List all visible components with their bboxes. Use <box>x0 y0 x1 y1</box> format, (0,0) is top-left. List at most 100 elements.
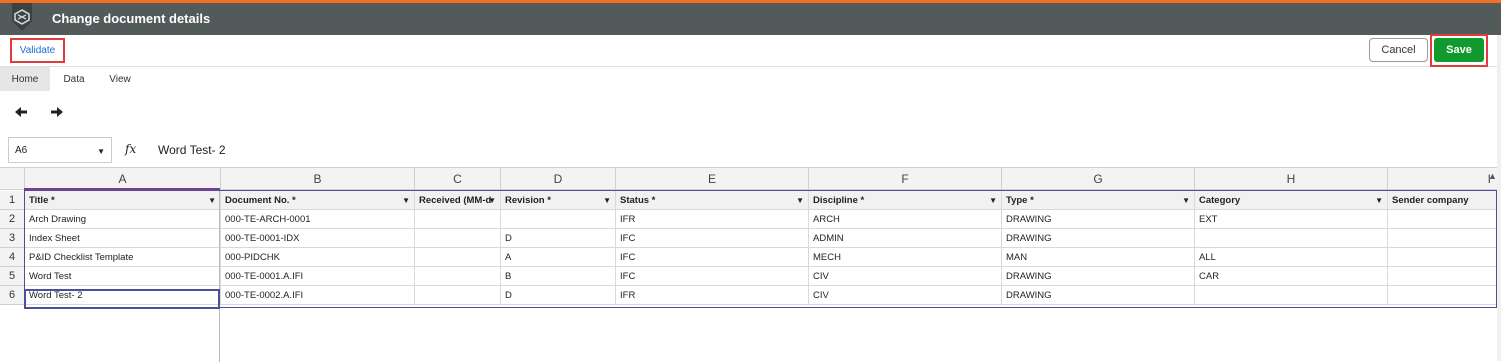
table-cell[interactable]: Index Sheet <box>24 229 220 248</box>
filter-dropdown-icon[interactable]: ▼ <box>1375 196 1383 205</box>
table-cell[interactable]: DRAWING <box>1001 286 1194 305</box>
filter-dropdown-icon[interactable]: ▼ <box>488 196 496 205</box>
cell-reference-box[interactable]: A6 ▼ <box>8 137 112 163</box>
table-cell[interactable]: DRAWING <box>1001 210 1194 229</box>
row-header[interactable]: 6 <box>0 286 24 305</box>
spreadsheet-grid[interactable]: A B C D E F G H I ▲ 1 Title * ▼ Document No… <box>0 167 1497 362</box>
table-cell[interactable] <box>414 210 500 229</box>
table-cell[interactable] <box>414 229 500 248</box>
table-cell[interactable] <box>414 248 500 267</box>
filter-dropdown-icon[interactable]: ▼ <box>402 196 410 205</box>
table-cell[interactable]: IFC <box>615 267 808 286</box>
table-cell[interactable]: P&ID Checklist Template <box>24 248 220 267</box>
row-header[interactable]: 4 <box>0 248 24 267</box>
table-cell[interactable]: 000-TE-0001-IDX <box>220 229 414 248</box>
cell-text: IFR <box>620 213 636 225</box>
table-cell[interactable] <box>1387 248 1497 267</box>
table-cell[interactable] <box>1194 286 1387 305</box>
table-cell[interactable]: ARCH <box>808 210 1001 229</box>
table-cell[interactable]: Word Test- 2 <box>24 286 220 305</box>
column-header-a[interactable]: A <box>24 168 220 190</box>
table-cell[interactable]: ALL <box>1194 248 1387 267</box>
table-cell[interactable] <box>1387 267 1497 286</box>
header-cell[interactable]: Discipline * ▼ <box>808 191 1001 210</box>
cell-text: DRAWING <box>1006 270 1052 282</box>
table-cell[interactable]: 000-TE-ARCH-0001 <box>220 210 414 229</box>
column-header-h[interactable]: H <box>1194 168 1387 190</box>
chevron-down-icon[interactable]: ▼ <box>97 147 105 156</box>
tab-data[interactable]: Data <box>54 67 94 91</box>
header-cell[interactable]: Status * ▼ <box>615 191 808 210</box>
table-cell[interactable]: MAN <box>1001 248 1194 267</box>
table-cell[interactable] <box>1194 229 1387 248</box>
cell-text: Word Test <box>29 270 72 282</box>
table-cell[interactable]: Arch Drawing <box>24 210 220 229</box>
table-cell[interactable]: 000-TE-0002.A.IFI <box>220 286 414 305</box>
scroll-up-icon[interactable]: ▲ <box>1488 171 1497 181</box>
row-header[interactable]: 1 <box>0 191 24 210</box>
table-cell[interactable]: DRAWING <box>1001 267 1194 286</box>
redo-arrow-icon[interactable] <box>48 103 66 121</box>
table-cell[interactable]: ADMIN <box>808 229 1001 248</box>
row-header[interactable]: 5 <box>0 267 24 286</box>
table-cell[interactable]: D <box>500 286 615 305</box>
tab-view[interactable]: View <box>100 67 140 91</box>
formula-input[interactable]: Word Test- 2 <box>158 143 226 157</box>
select-all-corner[interactable] <box>0 168 24 190</box>
filter-dropdown-icon[interactable]: ▼ <box>208 196 216 205</box>
filter-dropdown-icon[interactable]: ▼ <box>1182 196 1190 205</box>
table-cell[interactable]: MECH <box>808 248 1001 267</box>
table-cell[interactable] <box>1387 210 1497 229</box>
cancel-button[interactable]: Cancel <box>1369 38 1428 62</box>
table-cell[interactable]: 000-PIDCHK <box>220 248 414 267</box>
table-cell[interactable]: IFR <box>615 286 808 305</box>
table-cell[interactable]: D <box>500 229 615 248</box>
cell-reference: A6 <box>15 144 28 156</box>
header-cell[interactable]: Received (MM-d ▼ <box>414 191 500 210</box>
table-cell[interactable]: A <box>500 248 615 267</box>
header-cell[interactable]: Title * ▼ <box>24 191 220 210</box>
column-header-e[interactable]: E <box>615 168 808 190</box>
cell-text: CIV <box>813 289 829 301</box>
column-header-i[interactable]: I <box>1387 168 1497 190</box>
filter-dropdown-icon[interactable]: ▼ <box>603 196 611 205</box>
cell-text: CAR <box>1199 270 1220 282</box>
filter-dropdown-icon[interactable]: ▼ <box>989 196 997 205</box>
header-cell[interactable]: Sender company <box>1387 191 1497 210</box>
table-cell[interactable] <box>1387 286 1497 305</box>
table-cell[interactable]: IFC <box>615 248 808 267</box>
table-cell[interactable] <box>1387 229 1497 248</box>
validate-button[interactable]: Validate <box>10 38 65 63</box>
table-cell[interactable]: CAR <box>1194 267 1387 286</box>
table-cell[interactable]: Word Test <box>24 267 220 286</box>
header-cell[interactable]: Category ▼ <box>1194 191 1387 210</box>
table-cell[interactable] <box>414 286 500 305</box>
row-header[interactable]: 2 <box>0 210 24 229</box>
table-cell[interactable]: 000-TE-0001.A.IFI <box>220 267 414 286</box>
column-header-g[interactable]: G <box>1001 168 1194 190</box>
table-cell[interactable] <box>414 267 500 286</box>
header-cell[interactable]: Document No. * ▼ <box>220 191 414 210</box>
column-header-f[interactable]: F <box>808 168 1001 190</box>
column-header-b[interactable]: B <box>220 168 414 190</box>
row-header[interactable]: 3 <box>0 229 24 248</box>
save-button[interactable]: Save <box>1434 38 1484 62</box>
table-cell[interactable]: B <box>500 267 615 286</box>
column-header-d[interactable]: D <box>500 168 615 190</box>
table-cell[interactable]: IFC <box>615 229 808 248</box>
table-cell[interactable]: DRAWING <box>1001 229 1194 248</box>
cell-text: B <box>505 270 512 282</box>
header-cell[interactable]: Type * ▼ <box>1001 191 1194 210</box>
filter-dropdown-icon[interactable]: ▼ <box>796 196 804 205</box>
column-header-c[interactable]: C <box>414 168 500 190</box>
table-cell[interactable]: CIV <box>808 267 1001 286</box>
undo-arrow-icon[interactable] <box>12 103 30 121</box>
header-cell[interactable]: Revision * ▼ <box>500 191 615 210</box>
table-cell[interactable] <box>500 210 615 229</box>
table-cell[interactable]: CIV <box>808 286 1001 305</box>
cell-text: EXT <box>1199 213 1218 225</box>
tab-home[interactable]: Home <box>0 67 50 91</box>
cell-text: 000-TE-0001-IDX <box>225 232 300 244</box>
table-cell[interactable]: EXT <box>1194 210 1387 229</box>
table-cell[interactable]: IFR <box>615 210 808 229</box>
